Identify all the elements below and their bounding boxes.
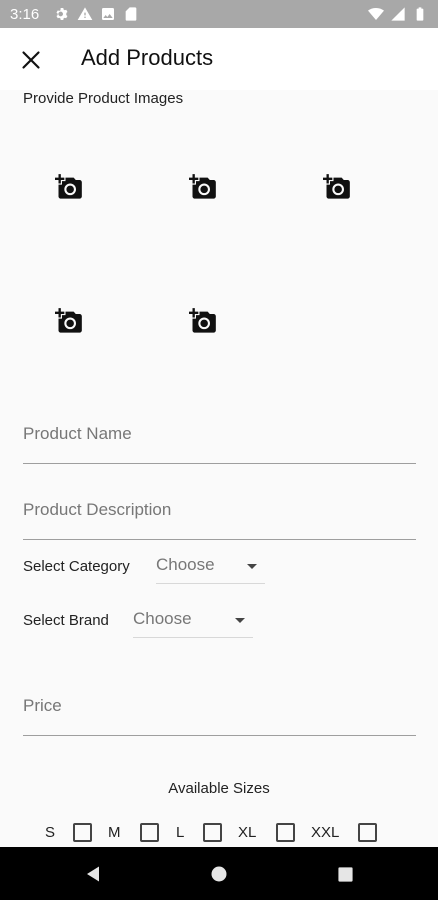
image-icon	[102, 8, 114, 20]
product-name-placeholder: Product Name	[23, 424, 132, 443]
warning-icon	[77, 7, 93, 20]
battery-icon	[416, 7, 424, 21]
system-icons	[368, 6, 428, 22]
home-icon	[211, 866, 227, 882]
size-label-xl: XL	[238, 824, 257, 841]
product-name-input[interactable]: Product Name	[23, 414, 416, 464]
size-checkbox-xl[interactable]	[276, 823, 295, 842]
size-label-m: M	[108, 824, 121, 841]
app-bar: Add Products	[0, 28, 438, 90]
price-input[interactable]: Price	[23, 686, 416, 736]
sd-card-icon	[125, 7, 137, 21]
brand-label: Select Brand	[23, 612, 109, 629]
notification-icons	[54, 6, 139, 22]
image-slot-5[interactable]	[185, 304, 221, 338]
size-label-xxl: XXL	[311, 824, 340, 841]
back-icon	[87, 866, 99, 882]
close-button[interactable]	[16, 45, 46, 75]
brand-dropdown[interactable]: Choose	[133, 604, 253, 638]
product-description-placeholder: Product Description	[23, 500, 172, 519]
status-bar: 3:16	[0, 0, 438, 28]
status-time: 3:16	[10, 6, 40, 23]
product-description-input[interactable]: Product Description	[23, 490, 416, 540]
available-sizes-title: Available Sizes	[168, 780, 270, 797]
wifi-icon	[368, 8, 384, 20]
size-label-l: L	[176, 824, 185, 841]
dropdown-arrow-icon	[247, 564, 257, 569]
add-a-photo-icon	[55, 173, 83, 201]
category-dropdown[interactable]: Choose	[156, 550, 265, 584]
size-checkbox-m[interactable]	[140, 823, 159, 842]
add-a-photo-icon	[323, 173, 351, 201]
recents-button[interactable]	[332, 861, 358, 887]
category-value: Choose	[156, 555, 215, 574]
close-icon	[22, 51, 40, 69]
image-slot-2[interactable]	[185, 170, 221, 204]
size-checkbox-xxl[interactable]	[358, 823, 377, 842]
gear-icon	[56, 8, 68, 20]
size-label-s: S	[45, 824, 56, 841]
home-button[interactable]	[206, 861, 232, 887]
image-slot-3[interactable]	[319, 170, 355, 204]
product-images-label: Provide Product Images	[23, 90, 184, 107]
recents-icon	[337, 866, 353, 882]
dropdown-arrow-icon	[235, 618, 245, 623]
page-title: Add Products	[81, 45, 214, 70]
system-nav-bar	[0, 847, 438, 900]
add-a-photo-icon	[189, 307, 217, 335]
image-slot-1[interactable]	[51, 170, 87, 204]
category-label: Select Category	[23, 558, 130, 575]
price-placeholder: Price	[23, 696, 62, 715]
cellular-icon	[391, 7, 405, 21]
size-checkbox-l[interactable]	[203, 823, 222, 842]
add-a-photo-icon	[189, 173, 217, 201]
back-button[interactable]	[80, 861, 106, 887]
add-a-photo-icon	[55, 307, 83, 335]
size-checkbox-s[interactable]	[73, 823, 92, 842]
image-slot-4[interactable]	[51, 304, 87, 338]
brand-value: Choose	[133, 609, 192, 628]
